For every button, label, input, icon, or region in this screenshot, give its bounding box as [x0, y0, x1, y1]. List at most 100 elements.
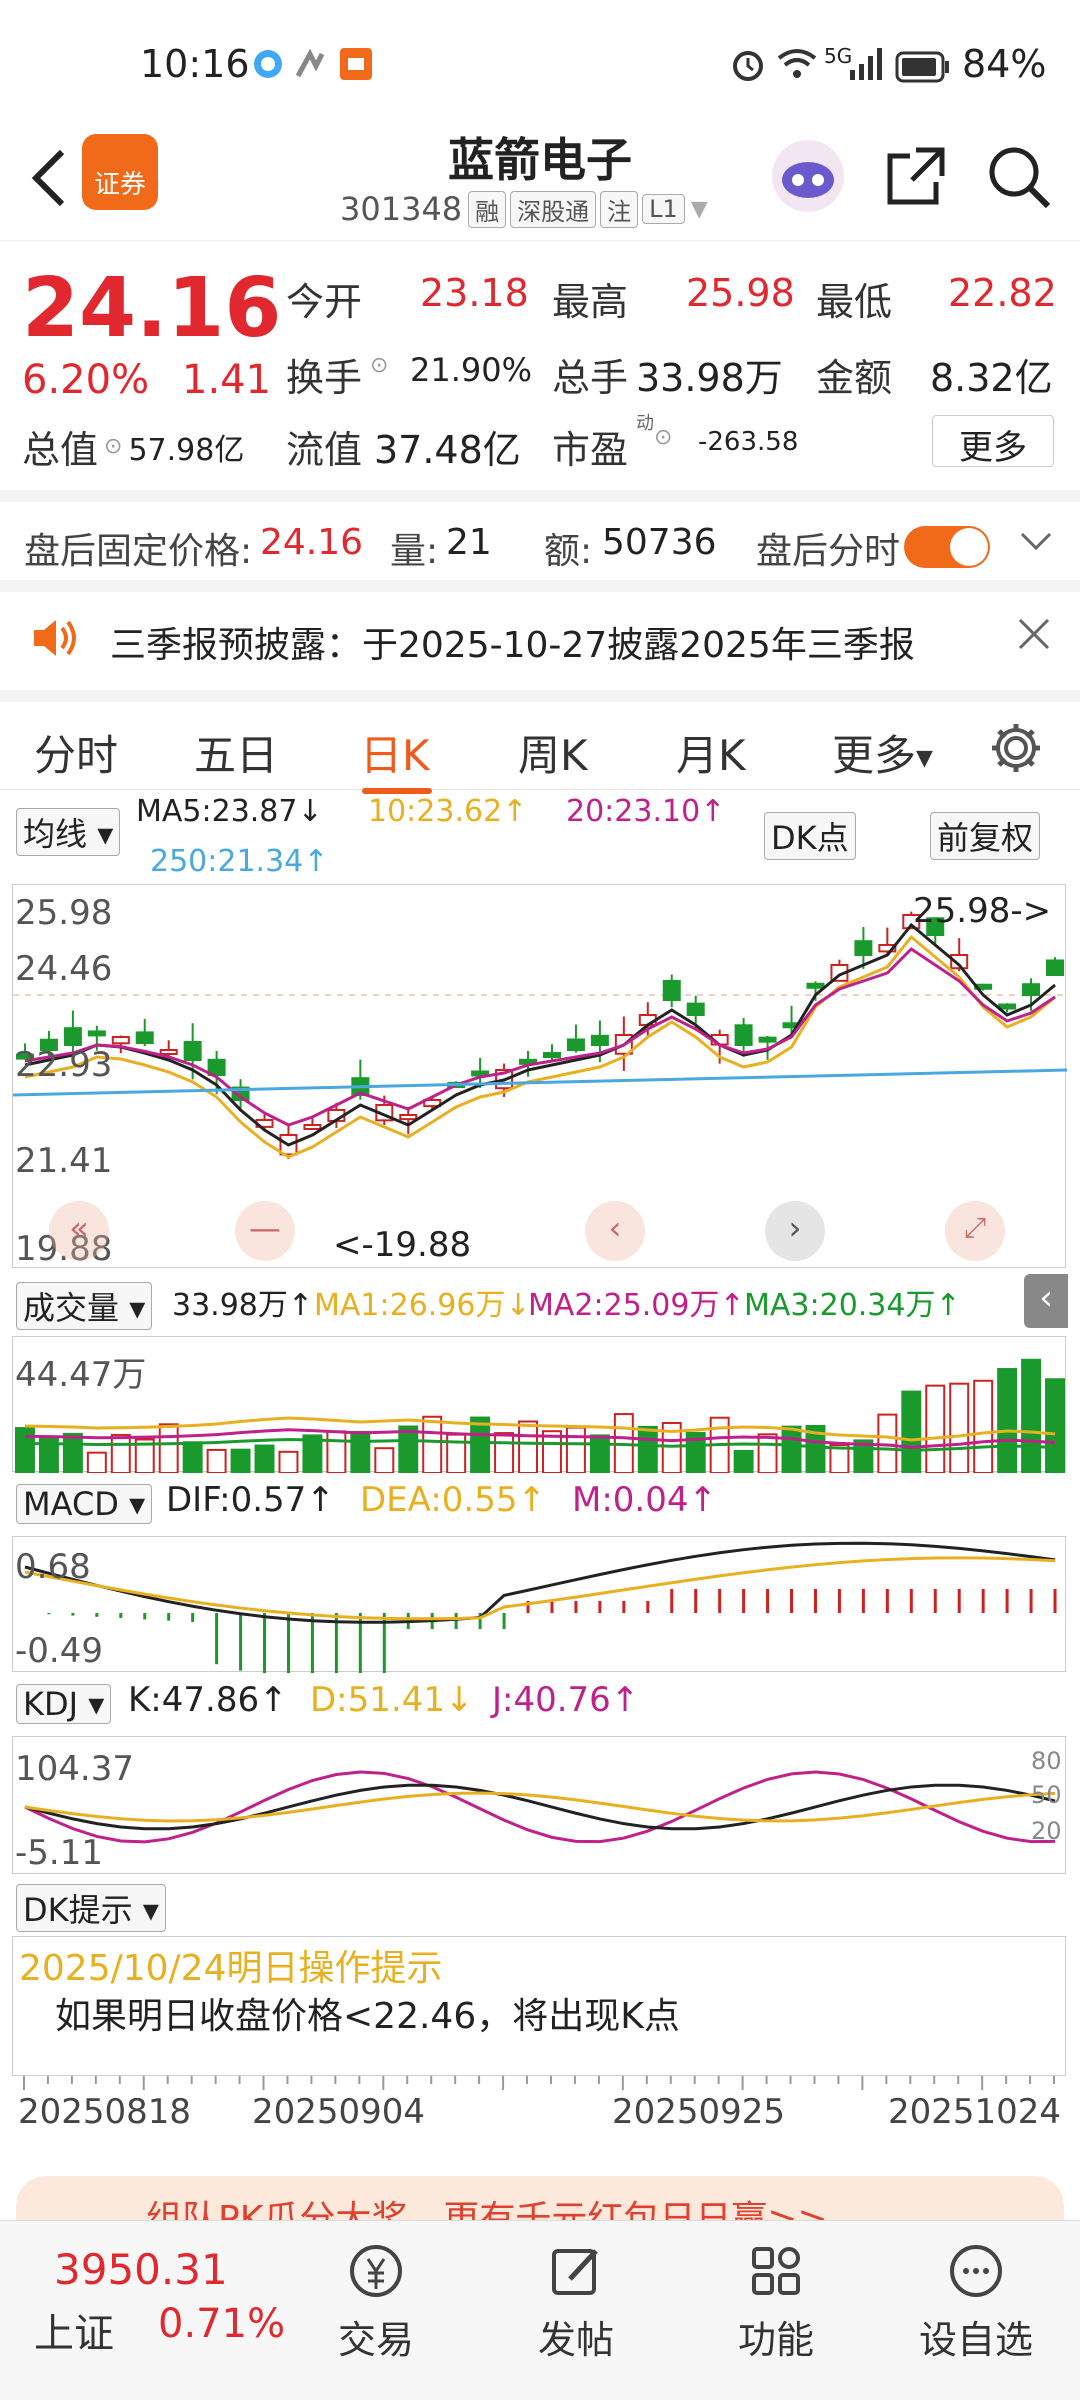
kdj-ref-50: 50: [1031, 1781, 1062, 1809]
search-icon[interactable]: [986, 144, 1052, 214]
volume-bar: [1045, 1378, 1065, 1473]
bottom-toolbar: 3950.31 上证 0.71% 交易 发帖 功能 设自选: [0, 2220, 1080, 2400]
volume-bar: [973, 1379, 994, 1473]
volume-bar: [518, 1420, 538, 1473]
kline-chart[interactable]: 25.98 24.46 22.93 21.41 19.88 25.98-> <-…: [12, 884, 1067, 1269]
volume-ma2: MA2:25.09万↑: [528, 1288, 745, 1323]
tab-monthly-k[interactable]: 月K: [676, 722, 746, 783]
candle-body: [734, 1024, 753, 1047]
zoom-out-icon[interactable]: —: [235, 1201, 295, 1261]
open-value: 23.18: [420, 271, 529, 315]
info-icon[interactable]: ⊙: [654, 425, 672, 450]
index-name[interactable]: 上证: [34, 2301, 114, 2359]
total-mcap-value: 57.98亿: [128, 432, 245, 468]
tab-daily-k[interactable]: 日K: [360, 722, 430, 783]
tab-five-day[interactable]: 五日: [194, 722, 278, 783]
fullscreen-icon[interactable]: ⤢: [945, 1201, 1005, 1261]
last-price: 24.16: [22, 261, 282, 356]
share-icon[interactable]: [884, 144, 948, 212]
chevron-down-icon[interactable]: [1018, 524, 1054, 569]
volume-bar: [757, 1433, 778, 1473]
after-hours-price: 24.16: [260, 522, 364, 563]
volume-bar: [158, 1423, 179, 1473]
volume-bar: [637, 1425, 658, 1473]
volume-bar: [733, 1449, 754, 1473]
info-icon[interactable]: ⊙: [104, 434, 122, 459]
after-hours-split-label: 盘后分时: [756, 531, 901, 572]
candle-body: [135, 1031, 154, 1045]
total-mcap: 总值 ⊙ 57.98亿: [22, 419, 244, 474]
volume-bar: [398, 1425, 419, 1473]
trade-button[interactable]: 交易: [306, 2241, 446, 2364]
gear-icon[interactable]: [988, 720, 1044, 786]
tab-more-label: 更多: [832, 731, 917, 780]
scroll-left-fast-icon[interactable]: «: [49, 1201, 109, 1261]
y-axis-label: 24.46: [15, 949, 113, 989]
after-hours-toggle[interactable]: [904, 526, 990, 568]
kdj-j: J:40.76↑: [492, 1680, 640, 1720]
macd-dea: DEA:0.55↑: [360, 1480, 546, 1520]
tab-weekly-k[interactable]: 周K: [518, 722, 588, 783]
total-mcap-label: 总值: [22, 428, 99, 472]
scroll-left-icon[interactable]: ‹: [585, 1201, 645, 1261]
tag-margin: 融: [468, 190, 507, 228]
candle-body: [159, 1049, 178, 1055]
volume-bar: [86, 1451, 107, 1473]
volume-bar: [254, 1444, 275, 1473]
ai-robot-icon[interactable]: [770, 138, 846, 218]
volume-chart[interactable]: 44.47万: [12, 1336, 1066, 1473]
date-label: 20251024: [888, 2092, 1062, 2132]
y-axis-label: 0.68: [15, 1547, 91, 1587]
ma20-line: [24, 947, 1056, 1127]
function-button[interactable]: 功能: [706, 2241, 846, 2364]
kdj-chart[interactable]: 104.37 -5.11 80 50 20: [12, 1736, 1066, 1874]
trade-icon: [350, 2245, 402, 2297]
add-watchlist-button[interactable]: 设自选: [906, 2241, 1046, 2364]
post-button[interactable]: 发帖: [506, 2241, 646, 2364]
dk-hint-date: 2025/10/24明日操作提示: [19, 1948, 443, 1989]
y-axis-label: -5.11: [15, 1833, 103, 1873]
dropdown-caret-icon[interactable]: ▼: [691, 197, 708, 222]
tab-more[interactable]: 更多▼: [832, 722, 933, 783]
kdj-d: D:51.41↓: [310, 1680, 474, 1720]
scroll-right-icon[interactable]: ›: [765, 1201, 825, 1261]
function-label: 功能: [737, 2318, 814, 2362]
candle-body: [1022, 983, 1041, 997]
macd-m: M:0.04↑: [572, 1480, 717, 1520]
y-axis-label: 104.37: [15, 1749, 134, 1789]
macd-chart[interactable]: 0.68 -0.49: [12, 1536, 1066, 1673]
dk-hint-selector[interactable]: DK提示 ▾: [16, 1884, 166, 1932]
tab-intraday[interactable]: 分时: [34, 722, 118, 783]
speaker-icon: [30, 616, 78, 669]
turnover-label: 换手: [286, 356, 363, 400]
macd-selector[interactable]: MACD ▾: [16, 1484, 153, 1524]
wifi-icon: [775, 46, 819, 91]
candle-body: [686, 1002, 705, 1016]
caret-down-icon: ▼: [916, 746, 933, 771]
volume-selector[interactable]: 成交量 ▾: [16, 1282, 153, 1330]
index-value[interactable]: 3950.31: [54, 2245, 228, 2294]
collapse-panel-icon[interactable]: ‹: [1024, 1274, 1068, 1328]
ma-selector[interactable]: 均线 ▾: [16, 808, 121, 856]
volume-bar: [374, 1447, 395, 1473]
y-axis-label: -0.49: [15, 1631, 103, 1671]
amount-value: 8.32亿: [930, 356, 1053, 400]
quote-panel: 24.16 6.20% 1.41 总值 ⊙ 57.98亿 今开 23.18 最高…: [0, 240, 1080, 490]
volume-label: 总手: [552, 356, 629, 400]
adjust-button[interactable]: 前复权: [930, 812, 1041, 860]
close-icon[interactable]: [1016, 616, 1052, 661]
ma10-value: 10:23.62↑: [368, 794, 528, 829]
tag-note: 注: [600, 190, 639, 228]
volume-selector-label: 成交量: [23, 1289, 120, 1327]
kdj-selector[interactable]: KDJ ▾: [16, 1684, 112, 1724]
info-icon[interactable]: ⊙: [370, 353, 388, 378]
more-button[interactable]: 更多: [932, 415, 1054, 468]
stock-code: 301348: [340, 190, 463, 228]
notice-bar[interactable]: 三季报预披露：于2025-10-27披露2025年三季报: [0, 580, 1080, 680]
dk-point-button[interactable]: DK点: [764, 812, 856, 860]
kdj-ref-20: 20: [1031, 1817, 1062, 1845]
date-label: 20250818: [18, 2092, 192, 2132]
candle-body: [399, 1114, 418, 1121]
period-tabs: 分时 五日 日K 周K 月K 更多▼: [0, 690, 1080, 794]
index-change[interactable]: 0.71%: [158, 2301, 285, 2347]
